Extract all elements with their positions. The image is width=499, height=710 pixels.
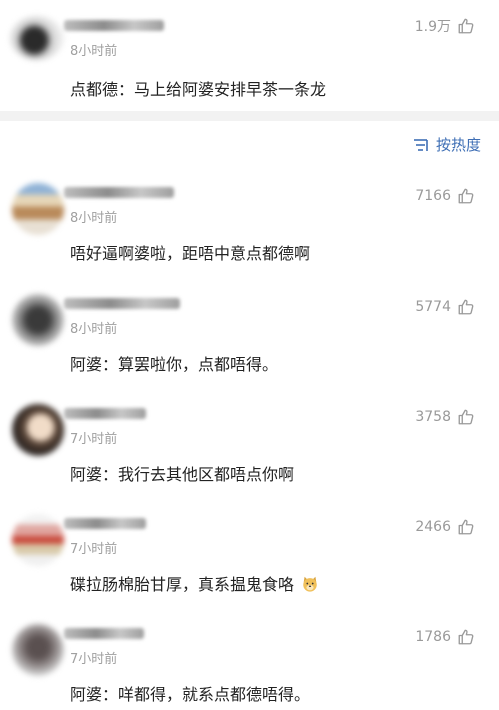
comment-time: 7小时前 [70, 432, 118, 447]
avatar[interactable] [12, 624, 64, 676]
username-blurred[interactable] [64, 518, 146, 529]
comment-text: 阿婆：算罢啦你，点都唔得。 [70, 355, 279, 374]
comment-time: 8小时前 [70, 44, 118, 59]
comment-time: 7小时前 [70, 542, 118, 557]
sort-label: 按热度 [435, 136, 481, 154]
avatar[interactable] [12, 404, 64, 456]
thumbs-up-icon [458, 299, 474, 315]
thumbs-up-icon [458, 18, 474, 34]
like-count: 2466 [415, 519, 451, 535]
sort-lines-icon [413, 138, 428, 151]
like-count: 3758 [415, 409, 451, 425]
thumbs-up-icon [458, 519, 474, 535]
username-blurred[interactable] [64, 628, 144, 639]
like-count: 1.9万 [414, 19, 451, 35]
username-blurred[interactable] [64, 20, 164, 31]
avatar[interactable] [12, 183, 64, 235]
username-blurred[interactable] [64, 298, 180, 309]
doge-emoji-icon [303, 576, 317, 592]
like-button[interactable]: 5774 [415, 298, 475, 316]
comment-time: 8小时前 [70, 322, 118, 337]
like-count: 1786 [415, 629, 451, 645]
like-button[interactable]: 1.9万 [415, 16, 475, 36]
comment-text: 阿婆：咩都得，就系点都德唔得。 [70, 685, 311, 704]
username-blurred[interactable] [64, 408, 146, 419]
avatar[interactable] [12, 514, 64, 566]
section-divider [0, 111, 499, 121]
like-count: 5774 [415, 299, 451, 315]
avatar[interactable] [10, 16, 64, 60]
sort-by-hot-button[interactable]: 按热度 [413, 134, 481, 155]
like-button[interactable]: 3758 [415, 408, 475, 426]
thumbs-up-icon [458, 629, 474, 645]
comment-text: 点都德：马上给阿婆安排早茶一条龙 [70, 80, 327, 99]
like-button[interactable]: 2466 [415, 518, 475, 536]
thumbs-up-icon [458, 188, 474, 204]
comment-time: 8小时前 [70, 211, 118, 226]
like-button[interactable]: 7166 [415, 187, 475, 205]
comment-time: 7小时前 [70, 652, 118, 667]
comment-text: 唔好逼啊婆啦，距唔中意点都德啊 [70, 244, 311, 263]
like-button[interactable]: 1786 [415, 628, 475, 646]
like-count: 7166 [415, 188, 451, 204]
comment-text-row: 碟拉肠棉胎甘厚，真系揾鬼食咯 [70, 571, 319, 595]
avatar[interactable] [12, 294, 64, 346]
comment-text: 碟拉肠棉胎甘厚，真系揾鬼食咯 [70, 575, 295, 594]
username-blurred[interactable] [64, 187, 174, 198]
comment-text: 阿婆：我行去其他区都唔点你啊 [70, 465, 295, 484]
thumbs-up-icon [458, 409, 474, 425]
